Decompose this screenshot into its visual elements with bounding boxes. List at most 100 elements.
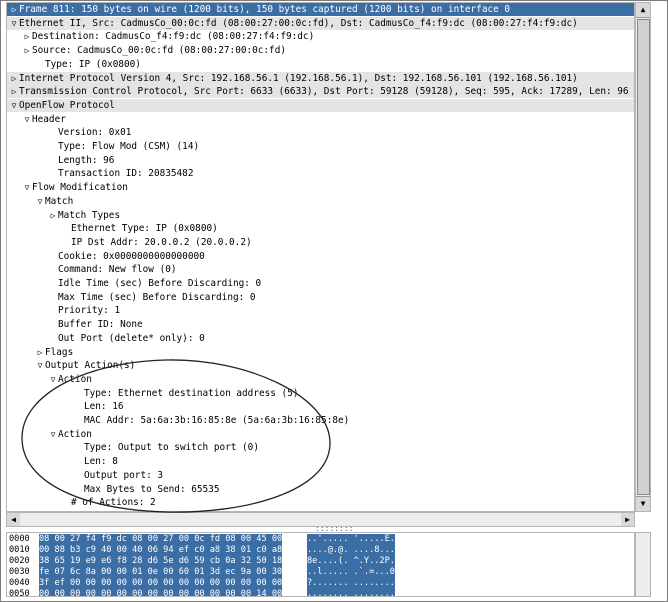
- scroll-right-arrow-icon[interactable]: ▶: [621, 513, 634, 526]
- tree-row-label: Output Action(s): [45, 360, 136, 372]
- scroll-up-arrow-icon[interactable]: ▲: [636, 3, 650, 18]
- tree-row-label: Internet Protocol Version 4, Src: 192.16…: [19, 72, 578, 84]
- tree-row[interactable]: Len: 8: [7, 455, 634, 468]
- tree-row[interactable]: Output port: 3: [7, 469, 634, 482]
- tree-row[interactable]: Idle Time (sec) Before Discarding: 0: [7, 277, 634, 290]
- expand-arrow-icon[interactable]: ▷: [22, 30, 32, 43]
- tree-row[interactable]: IP Dst Addr: 20.0.0.2 (20.0.0.2): [7, 236, 634, 249]
- hex-row[interactable]: 0000 08 00 27 f4 f9 dc 08 00 27 00 0c fd …: [7, 534, 634, 545]
- tree-row-label: Cookie: 0x0000000000000000: [58, 250, 205, 262]
- hex-bytes[interactable]: 3f ef 00 00 00 00 00 00 00 00 00 00 00 0…: [39, 578, 283, 589]
- scroll-down-arrow-icon[interactable]: ▼: [636, 496, 650, 511]
- hex-dump-pane[interactable]: 0000 08 00 27 f4 f9 dc 08 00 27 00 0c fd …: [6, 532, 635, 597]
- expand-arrow-icon[interactable]: ▷: [35, 346, 45, 359]
- collapse-arrow-icon[interactable]: ▽: [22, 113, 32, 126]
- tree-row-label: Len: 16: [84, 401, 124, 413]
- expand-arrow-icon[interactable]: ▷: [22, 44, 32, 57]
- tree-row-label: Ethernet II, Src: CadmusCo_00:0c:fd (08:…: [19, 17, 578, 29]
- tree-row[interactable]: Len: 16: [7, 400, 634, 413]
- tree-row-label: Type: Flow Mod (CSM) (14): [58, 141, 200, 152]
- hex-offset: 0000: [9, 534, 30, 544]
- hex-row[interactable]: 0010 00 88 b3 c9 40 00 40 06 94 ef c0 a8 …: [7, 545, 634, 556]
- tree-row[interactable]: Length: 96: [7, 154, 634, 167]
- tree-row[interactable]: # of Actions: 2: [7, 496, 634, 509]
- tree-row-label: Ethernet Type: IP (0x0800): [71, 223, 218, 235]
- tree-row[interactable]: Max Bytes to Send: 65535: [7, 483, 634, 496]
- hex-ascii[interactable]: 8e....(. ^.Y..2P.: [307, 556, 395, 567]
- tree-row[interactable]: ▽ Output Action(s): [7, 359, 634, 372]
- tree-row-label: # of Actions: 2: [71, 497, 156, 509]
- tree-row[interactable]: ▽ Header: [7, 113, 634, 126]
- scroll-thumb[interactable]: [637, 19, 650, 495]
- tree-row[interactable]: Cookie: 0x0000000000000000: [7, 250, 634, 263]
- tree-row[interactable]: Command: New flow (0): [7, 263, 634, 276]
- tree-row-label: Transaction ID: 20835482: [58, 168, 194, 180]
- hex-row[interactable]: 0050 00 00 00 00 00 00 00 00 00 00 00 00 …: [7, 589, 634, 596]
- tree-row-label: Frame 811: 150 bytes on wire (1200 bits)…: [19, 4, 511, 15]
- details-vertical-scrollbar[interactable]: ▲ ▼: [635, 2, 651, 512]
- tree-row-label: Transmission Control Protocol, Src Port:…: [19, 86, 629, 98]
- tree-row[interactable]: ▷ Destination: CadmusCo_f4:f9:dc (08:00:2…: [7, 30, 634, 43]
- packet-details-tree[interactable]: ▷ Frame 811: 150 bytes on wire (1200 bits…: [6, 2, 635, 512]
- tree-row[interactable]: Transaction ID: 20835482: [7, 167, 634, 180]
- collapse-arrow-icon[interactable]: ▽: [35, 195, 45, 208]
- tree-row[interactable]: ▷ Match Types: [7, 209, 634, 222]
- hex-row[interactable]: 0020 38 65 19 e9 e6 f8 28 d6 5e d6 59 cb …: [7, 556, 634, 567]
- tree-row[interactable]: MAC Addr: 5a:6a:3b:16:85:8e (5a:6a:3b:16…: [7, 414, 634, 427]
- tree-row-label: Max Time (sec) Before Discarding: 0: [58, 291, 256, 303]
- hex-ascii[interactable]: ..'..... '.....E.: [307, 534, 395, 545]
- expand-arrow-icon[interactable]: ▷: [9, 72, 19, 85]
- scroll-left-arrow-icon[interactable]: ◀: [7, 513, 20, 526]
- hex-row[interactable]: 0030 fe 07 6c 8a 00 00 01 0e 00 60 01 3d …: [7, 567, 634, 578]
- hex-vertical-scrollbar[interactable]: [635, 532, 651, 597]
- tree-row[interactable]: ▷ Transmission Control Protocol, Src Port…: [7, 85, 634, 99]
- hex-bytes[interactable]: 38 65 19 e9 e6 f8 28 d6 5e d6 59 cb 0a 3…: [39, 556, 283, 567]
- hex-bytes[interactable]: 00 00 00 00 00 00 00 00 00 00 00 00 00 0…: [39, 589, 283, 596]
- hex-bytes[interactable]: 08 00 27 f4 f9 dc 08 00 27 00 0c fd 08 0…: [39, 534, 283, 545]
- tree-row-label: Destination: CadmusCo_f4:f9:dc (08:00:27…: [32, 31, 315, 43]
- expand-arrow-icon[interactable]: ▷: [9, 85, 19, 98]
- tree-row[interactable]: Type: Flow Mod (CSM) (14): [7, 140, 634, 153]
- tree-row[interactable]: ▷ Source: CadmusCo_00:0c:fd (08:00:27:00:…: [7, 44, 634, 57]
- tree-row[interactable]: Buffer ID: None: [7, 318, 634, 331]
- tree-row[interactable]: ▽ Match: [7, 195, 634, 208]
- tree-row-label: Header: [32, 113, 66, 125]
- hex-bytes[interactable]: fe 07 6c 8a 00 00 01 0e 00 60 01 3d ec 9…: [39, 567, 283, 578]
- tree-row[interactable]: Type: Ethernet destination address (5): [7, 387, 634, 400]
- tree-row[interactable]: Priority: 1: [7, 304, 634, 317]
- hex-offset: 0010: [9, 545, 30, 555]
- tree-row[interactable]: Max Time (sec) Before Discarding: 0: [7, 291, 634, 304]
- collapse-arrow-icon[interactable]: ▽: [9, 17, 19, 30]
- collapse-arrow-icon[interactable]: ▽: [48, 373, 58, 386]
- expand-arrow-icon[interactable]: ▷: [9, 3, 19, 16]
- tree-row[interactable]: Type: IP (0x0800): [7, 58, 634, 71]
- tree-row[interactable]: Version: 0x01: [7, 126, 634, 139]
- tree-row[interactable]: ▷ Frame 811: 150 bytes on wire (1200 bits…: [7, 3, 634, 16]
- collapse-arrow-icon[interactable]: ▽: [48, 428, 58, 441]
- tree-row[interactable]: Ethernet Type: IP (0x0800): [7, 222, 634, 235]
- collapse-arrow-icon[interactable]: ▽: [35, 359, 45, 372]
- hex-ascii[interactable]: ........ ........: [307, 589, 395, 596]
- tree-row[interactable]: Out Port (delete* only): 0: [7, 332, 634, 345]
- tree-row[interactable]: ▽ OpenFlow Protocol: [7, 98, 634, 112]
- hex-offset: 0030: [9, 567, 30, 577]
- tree-row[interactable]: ▷ Flags: [7, 346, 634, 359]
- tree-row[interactable]: ▽ Action: [7, 428, 634, 441]
- tree-row-label: Output port: 3: [84, 469, 164, 481]
- tree-row[interactable]: ▽ Action: [7, 373, 634, 386]
- collapse-arrow-icon[interactable]: ▽: [9, 99, 19, 112]
- collapse-arrow-icon[interactable]: ▽: [22, 181, 32, 194]
- hex-bytes[interactable]: 00 88 b3 c9 40 00 40 06 94 ef c0 a8 38 0…: [39, 545, 283, 556]
- hex-ascii[interactable]: ....@.@. ....8...: [307, 545, 395, 556]
- hex-row[interactable]: 0040 3f ef 00 00 00 00 00 00 00 00 00 00 …: [7, 578, 634, 589]
- tree-row[interactable]: ▷ Internet Protocol Version 4, Src: 192.1…: [7, 71, 634, 85]
- tree-row[interactable]: Type: Output to switch port (0): [7, 441, 634, 454]
- tree-row[interactable]: ▽ Ethernet II, Src: CadmusCo_00:0c:fd (08…: [7, 16, 634, 30]
- tree-row-label: Action: [58, 428, 92, 440]
- expand-arrow-icon[interactable]: ▷: [48, 209, 58, 222]
- packet-analyzer-window: ▷ Frame 811: 150 bytes on wire (1200 bits…: [0, 0, 668, 602]
- tree-row-label: Type: Output to switch port (0): [84, 442, 259, 454]
- hex-ascii[interactable]: ..l..... .`.=...0: [307, 567, 395, 578]
- hex-ascii[interactable]: ?....... ........: [307, 578, 395, 589]
- tree-row[interactable]: ▽ Flow Modification: [7, 181, 634, 194]
